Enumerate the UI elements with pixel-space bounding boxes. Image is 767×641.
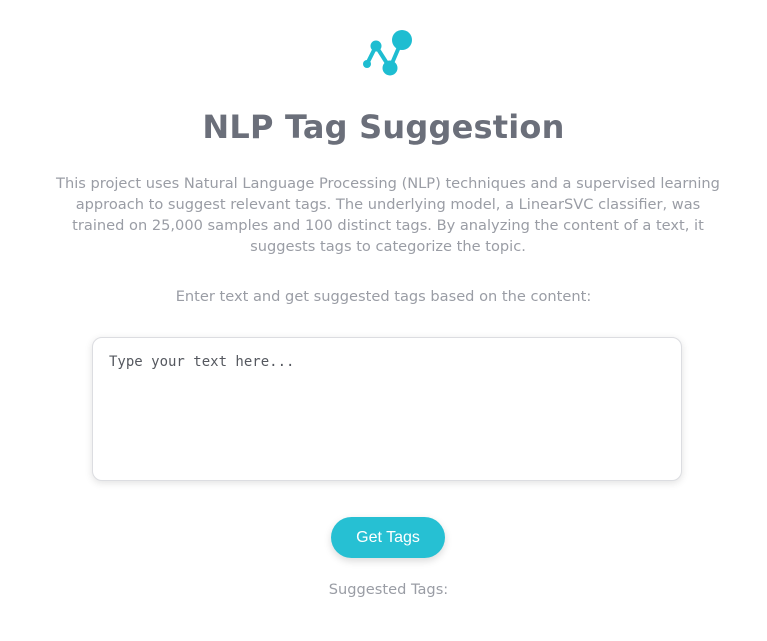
project-description: This project uses Natural Language Proce… bbox=[56, 175, 720, 255]
text-input[interactable] bbox=[92, 337, 682, 481]
page-title: NLP Tag Suggestion bbox=[202, 108, 565, 146]
suggested-tags-label: Suggested Tags: bbox=[328, 581, 449, 598]
network-nodes-icon bbox=[358, 26, 418, 80]
input-instruction: Enter text and get suggested tags based … bbox=[175, 288, 592, 305]
get-tags-button[interactable]: Get Tags bbox=[331, 517, 445, 558]
